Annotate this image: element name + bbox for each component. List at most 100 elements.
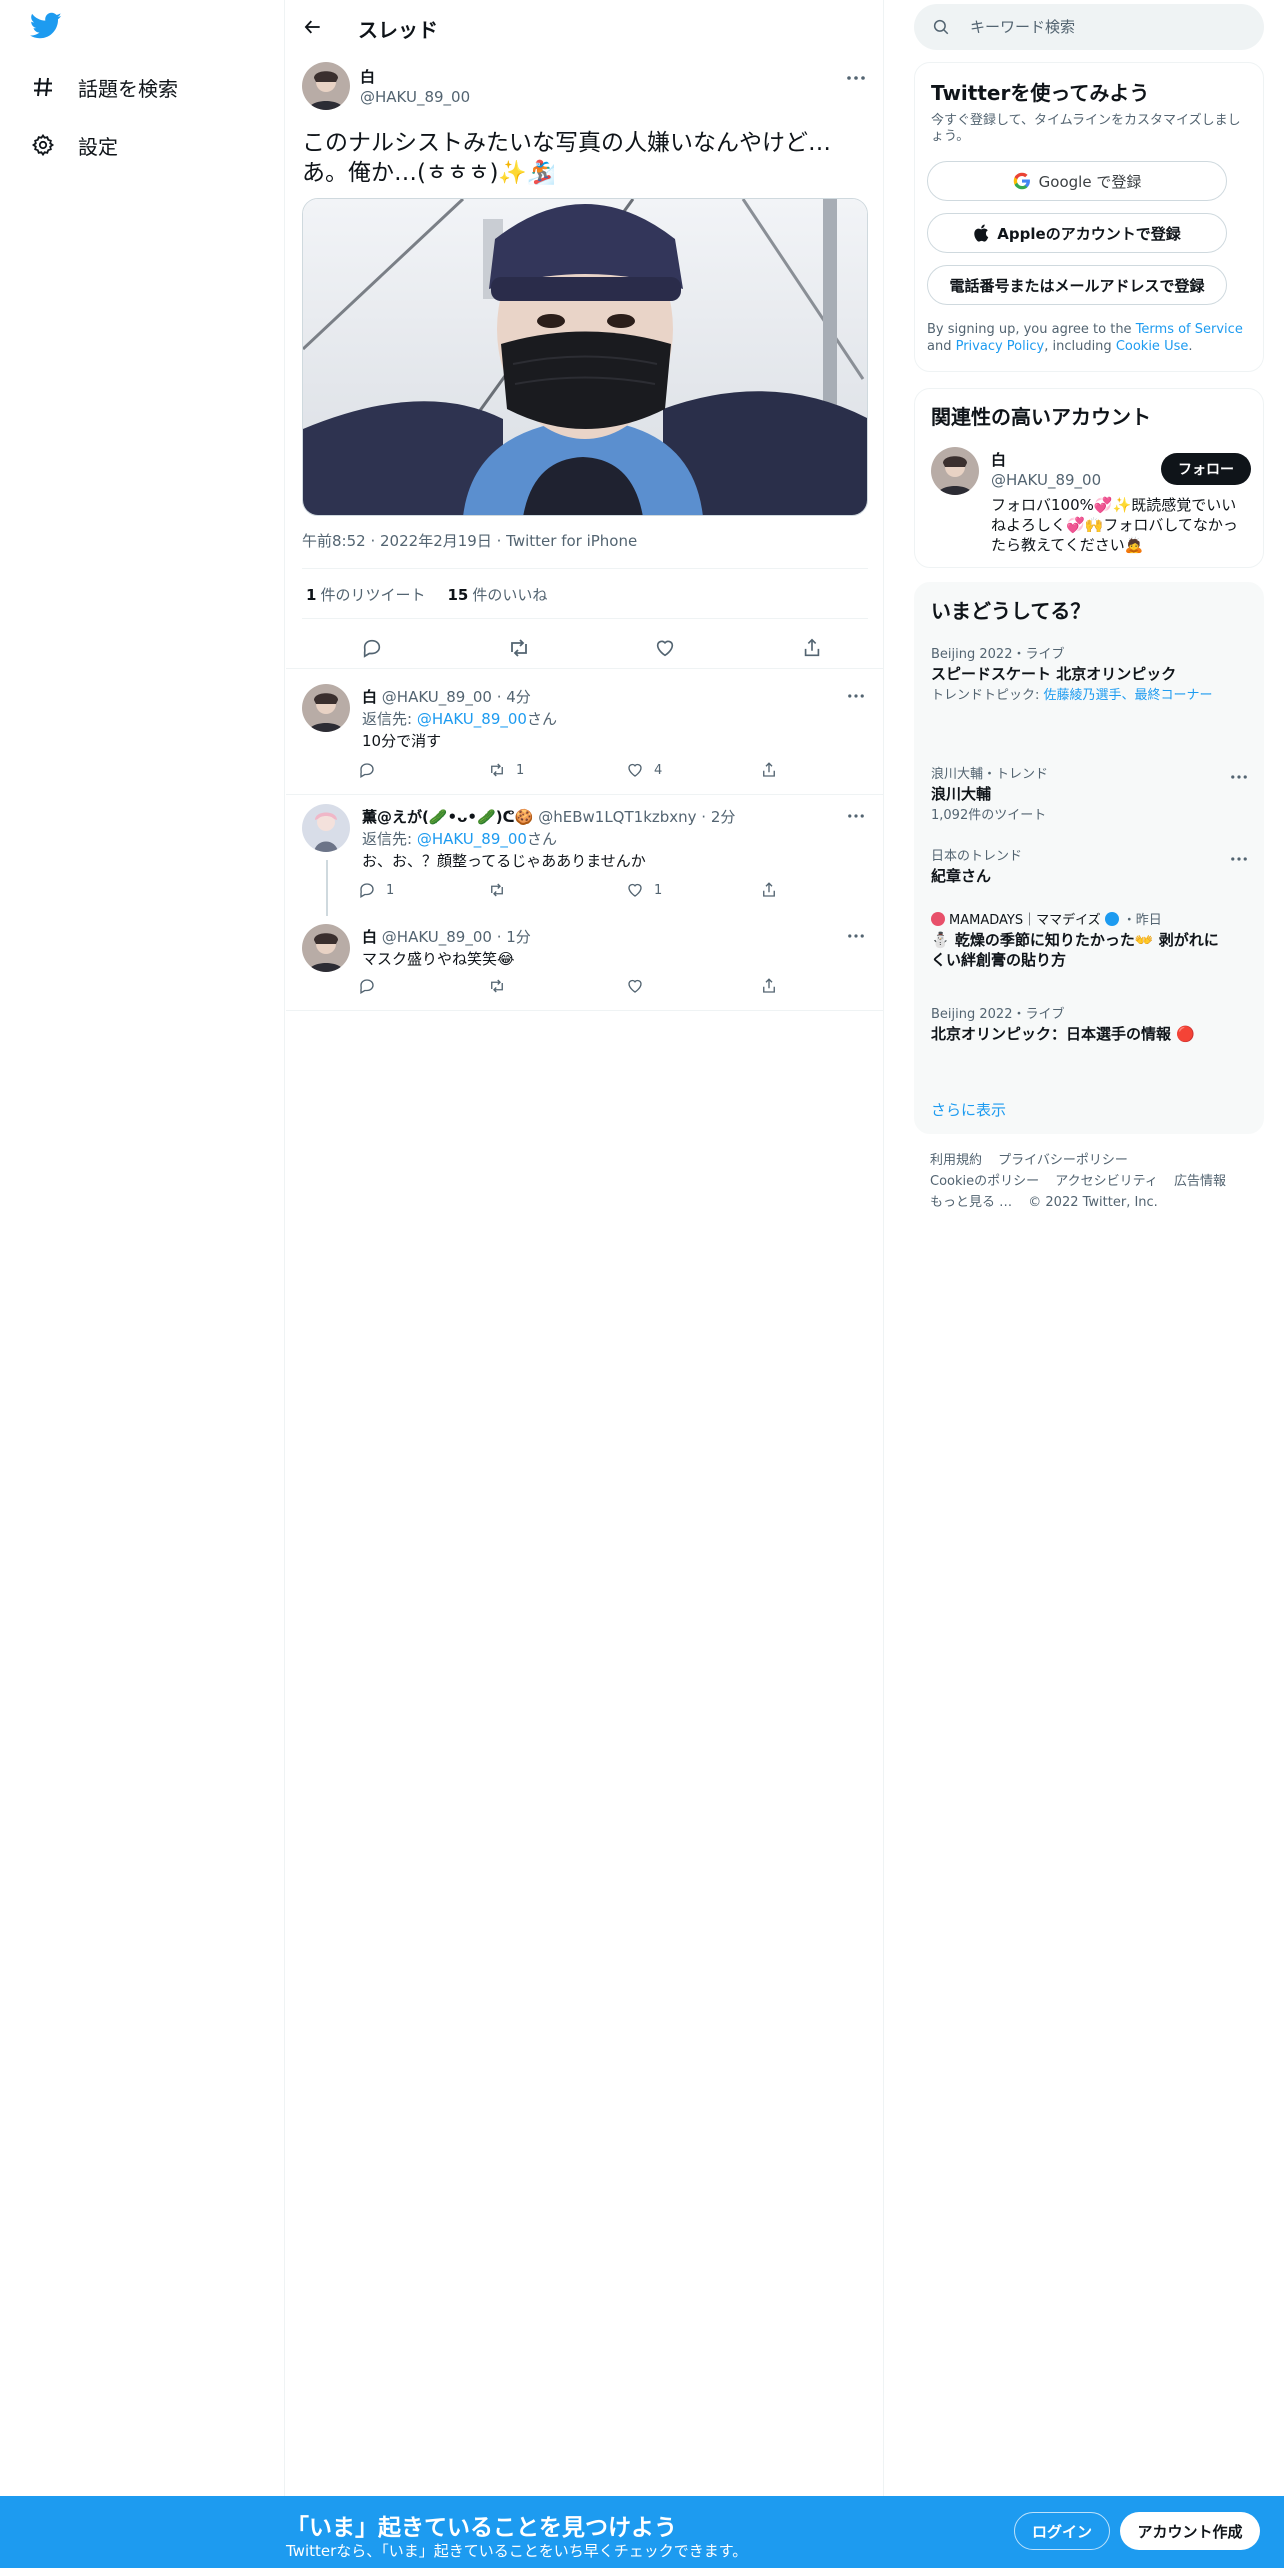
trend-item[interactable]: 日本のトレンド 紀章さん: [931, 845, 1231, 886]
retweet-icon: [510, 639, 527, 657]
retweets-stat[interactable]: 1 件のリツイート: [306, 584, 425, 605]
more-options-icon[interactable]: [844, 684, 868, 708]
like-button[interactable]: 4: [626, 761, 760, 779]
footer-ads-link[interactable]: 広告情報: [1174, 1174, 1226, 1189]
reply-button[interactable]: [352, 628, 392, 668]
reply-meta[interactable]: @hEBw1LQT1kzbxny · 2分: [538, 808, 735, 826]
like-button[interactable]: [645, 628, 685, 668]
twitter-logo-icon[interactable]: [29, 12, 66, 44]
footer-privacy-link[interactable]: プライバシーポリシー: [998, 1153, 1128, 1168]
trend-more-icon[interactable]: [1227, 765, 1251, 789]
avatar[interactable]: [302, 62, 350, 110]
mention-link[interactable]: @HAKU_89_00: [417, 710, 527, 728]
search-input[interactable]: [970, 18, 1230, 36]
related-account-handle[interactable]: @HAKU_89_00: [991, 471, 1101, 489]
avatar[interactable]: [931, 447, 979, 495]
reply-text: 10分で消す: [362, 732, 442, 750]
share-icon: [763, 762, 775, 777]
cookie-use-link[interactable]: Cookie Use: [1116, 339, 1189, 354]
search-box[interactable]: [914, 4, 1264, 50]
reply-author-name[interactable]: 白: [362, 688, 377, 706]
footer-cookies-link[interactable]: Cookieのポリシー: [930, 1174, 1039, 1189]
tweet-date[interactable]: 2022年2月19日: [380, 532, 492, 550]
like-count: 4: [654, 762, 663, 778]
phone-email-signup-button[interactable]: 電話番号またはメールアドレスで登録: [927, 265, 1227, 305]
share-button[interactable]: [760, 761, 788, 779]
google-signup-button[interactable]: Google で登録: [927, 161, 1227, 201]
tweet-time[interactable]: 午前8:52: [302, 532, 366, 550]
promoted-logo-icon: [931, 912, 945, 926]
trend-meta: Beijing 2022・ライブ: [931, 647, 1065, 662]
privacy-policy-link[interactable]: Privacy Policy: [956, 339, 1045, 354]
nav-settings[interactable]: 設定: [30, 120, 118, 170]
trend-item[interactable]: MAMADAYS｜ママデイズ ・昨日 ⛄ 乾燥の季節に知りたかった👐 剥がれにくい…: [931, 909, 1231, 970]
meta-separator: ·: [370, 532, 381, 550]
tweet-photo[interactable]: [302, 198, 868, 516]
footer-more-link[interactable]: もっと見る …: [930, 1195, 1012, 1210]
reply-author-name[interactable]: 薫@えが(🥒•ᴗ•🥒)ᕦ🍪: [362, 808, 533, 826]
login-button[interactable]: ログイン: [1014, 2512, 1110, 2550]
terms-of-service-link[interactable]: Terms of Service: [1136, 322, 1243, 337]
reply-tweet[interactable]: 薫@えが(🥒•ᴗ•🥒)ᕦ🍪 @hEBw1LQT1kzbxny · 2分 返信先:…: [302, 804, 868, 904]
reply-button[interactable]: [358, 761, 488, 779]
tweet-source[interactable]: Twitter for iPhone: [506, 532, 637, 550]
avatar[interactable]: [302, 924, 350, 972]
reply-button[interactable]: 1: [358, 881, 488, 899]
more-options-icon[interactable]: [844, 804, 868, 828]
show-more-link[interactable]: さらに表示: [931, 1099, 1006, 1120]
terms-text: and: [927, 339, 956, 354]
divider: [286, 668, 884, 669]
retweet-button[interactable]: [499, 628, 539, 668]
back-button[interactable]: [298, 12, 328, 42]
avatar[interactable]: [302, 804, 350, 852]
search-icon: [932, 18, 950, 36]
replying-suffix: さん: [526, 710, 557, 728]
avatar[interactable]: [302, 684, 350, 732]
reply-author-name[interactable]: 白: [362, 928, 377, 946]
trend-meta: MAMADAYS｜ママデイズ ・昨日: [931, 909, 1231, 928]
trend-item[interactable]: Beijing 2022・ライブ スピードスケート 北京オリンピック トレンドト…: [931, 643, 1231, 704]
trend-more-icon[interactable]: [1227, 847, 1251, 871]
replying-prefix: 返信先:: [362, 710, 417, 728]
nav-explore[interactable]: 話題を検索: [30, 62, 178, 112]
trend-item[interactable]: Beijing 2022・ライブ 北京オリンピック：日本選手の情報 🔴: [931, 1003, 1231, 1044]
like-button[interactable]: [626, 977, 760, 995]
tweet-meta: 午前8:52 · 2022年2月19日 · Twitter for iPhone: [302, 530, 637, 551]
retweet-button[interactable]: [488, 881, 626, 899]
author-name[interactable]: 白: [360, 66, 375, 87]
more-options-icon[interactable]: [844, 924, 868, 948]
footer-terms-link[interactable]: 利用規約: [930, 1153, 982, 1168]
reply-meta[interactable]: @HAKU_89_00 · 4分: [382, 688, 531, 706]
reply-button[interactable]: [358, 977, 488, 995]
signup-card: Twitterを使ってみよう 今すぐ登録して、タイムラインをカスタマイズしましょ…: [914, 62, 1264, 372]
trend-subtitle: トレンドトピック: 佐藤綾乃選手、最終コーナー: [931, 688, 1231, 704]
reply-tweet[interactable]: 白 @HAKU_89_00 · 4分 返信先: @HAKU_89_00さん 10…: [302, 684, 868, 784]
trend-topic-links[interactable]: 佐藤綾乃選手、最終コーナー: [1044, 688, 1213, 703]
footer-accessibility-link[interactable]: アクセシビリティ: [1055, 1174, 1158, 1189]
create-account-button[interactable]: アカウント作成: [1120, 2512, 1260, 2550]
footer-links: 利用規約 プライバシーポリシー Cookieのポリシー アクセシビリティ 広告情…: [930, 1150, 1260, 1213]
retweet-button[interactable]: [488, 977, 626, 995]
related-account-name[interactable]: 白: [991, 449, 1006, 470]
apple-signup-button[interactable]: Appleのアカウントで登録: [927, 213, 1227, 253]
retweet-button[interactable]: 1: [488, 761, 626, 779]
terms-text: .: [1188, 339, 1193, 354]
like-button[interactable]: 1: [626, 881, 760, 899]
retweets-count: 1: [306, 586, 317, 604]
heart-icon: [628, 883, 642, 897]
likes-stat[interactable]: 15 件のいいね: [447, 584, 547, 605]
trend-item[interactable]: 浪川大輔・トレンド 浪川大輔 1,092件のツイート: [931, 763, 1231, 824]
author-handle[interactable]: @HAKU_89_00: [360, 88, 470, 106]
trend-title: スピードスケート 北京オリンピック: [931, 665, 1177, 683]
reply-tweet[interactable]: 白 @HAKU_89_00 · 1分 マスク盛りやね笑笑😂: [302, 924, 868, 1004]
share-button[interactable]: [792, 628, 832, 668]
follow-button[interactable]: フォロー: [1161, 453, 1251, 485]
divider: [286, 794, 884, 795]
apple-icon: [973, 224, 989, 242]
share-button[interactable]: [760, 977, 788, 995]
retweet-count: 1: [516, 762, 525, 778]
mention-link[interactable]: @HAKU_89_00: [417, 830, 527, 848]
share-button[interactable]: [760, 881, 788, 899]
more-options-icon[interactable]: [844, 66, 868, 90]
reply-meta[interactable]: @HAKU_89_00 · 1分: [382, 928, 531, 946]
